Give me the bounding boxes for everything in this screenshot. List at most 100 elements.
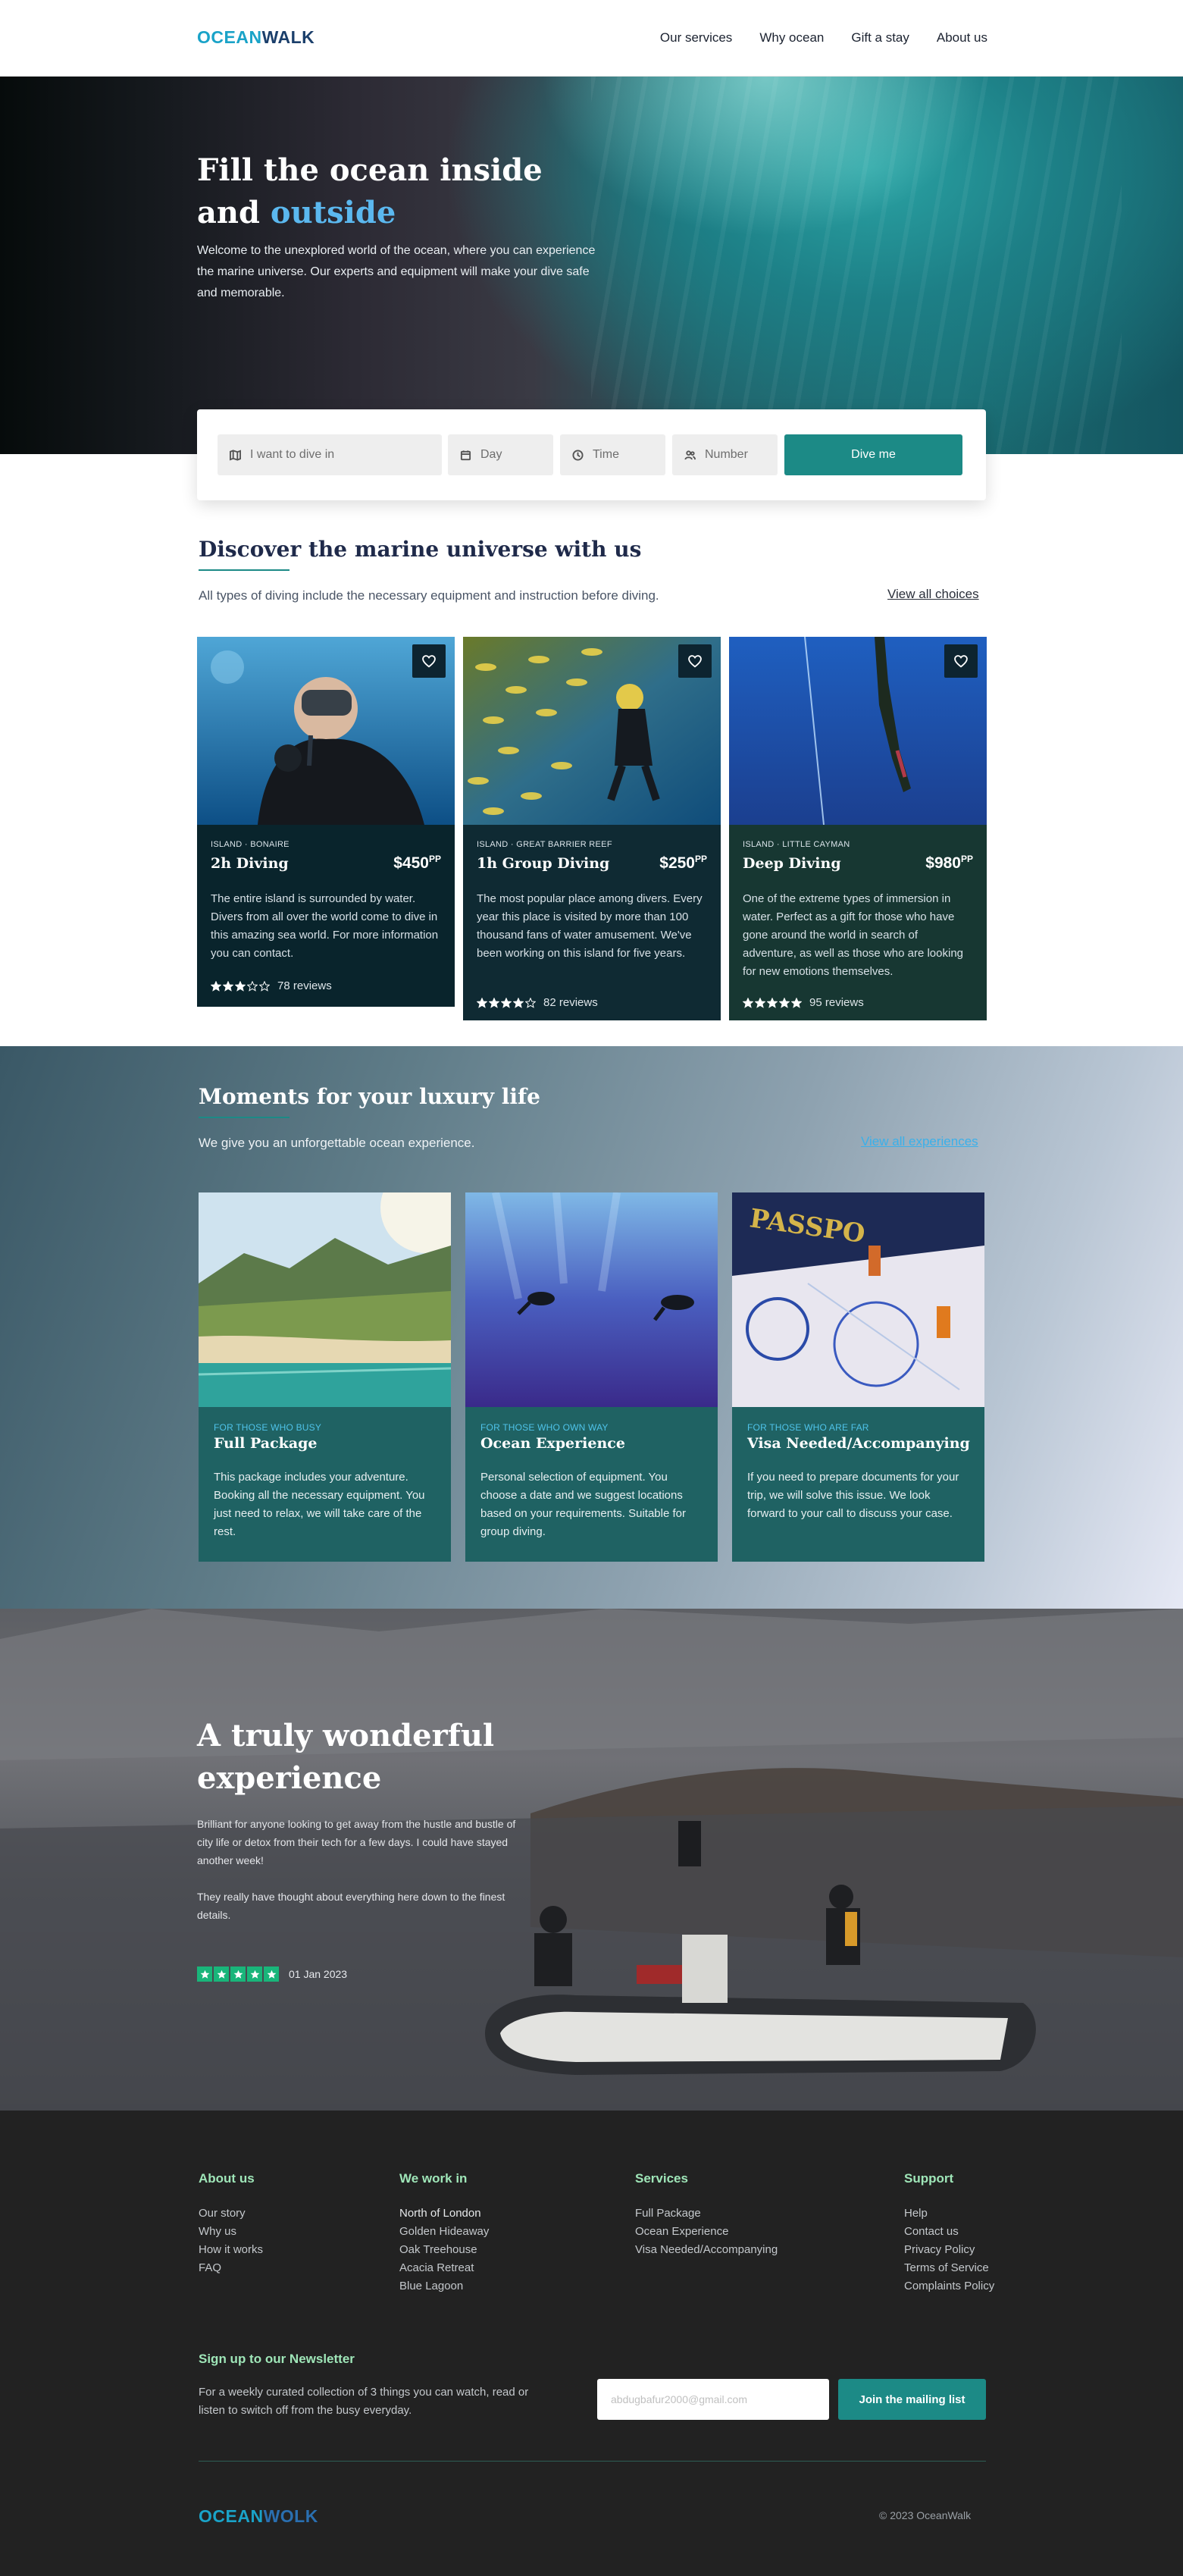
review-count: 95 reviews — [809, 996, 864, 1009]
copyright: © 2023 OceanWalk — [879, 2509, 972, 2521]
moments-subtitle: We give you an unforgettable ocean exper… — [199, 1136, 475, 1150]
diving-card-great-barrier-reef[interactable]: ISLAND · GREAT BARRIER REEF 1h Group Div… — [463, 637, 721, 1020]
logo-part-ocean: OCEAN — [197, 27, 262, 47]
experience-description: This package includes your adventure. Bo… — [214, 1471, 425, 1538]
experience-tag: FOR THOSE WHO BUSY — [214, 1422, 322, 1433]
star-empty-icon — [247, 980, 258, 992]
footer-link[interactable]: FAQ — [199, 2259, 263, 2277]
footer-link[interactable]: How it works — [199, 2241, 263, 2259]
trust-star-icon — [264, 1966, 279, 1982]
experience-description: If you need to prepare documents for you… — [747, 1471, 959, 1520]
footer-services-list: Full Package Ocean Experience Visa Neede… — [635, 2205, 778, 2259]
footer-link[interactable]: Complaints Policy — [904, 2277, 994, 2296]
footer-logo[interactable]: OCEANWOLK — [199, 2506, 318, 2527]
testimonial-paragraph-1: Brilliant for anyone looking to get away… — [197, 1818, 516, 1866]
star-empty-icon — [525, 997, 536, 1008]
testimonial-date: 01 Jan 2023 — [289, 1968, 348, 1980]
testimonial-star-rating — [197, 1966, 279, 1982]
testimonial-paragraph-2: They really have thought about everythin… — [197, 1891, 505, 1921]
card-rating: 95 reviews — [743, 996, 864, 1009]
star-filled-icon — [513, 997, 524, 1008]
card-description: One of the extreme types of immersion in… — [743, 892, 964, 978]
hero-underwater-image — [591, 77, 1122, 454]
footer-link[interactable]: Golden Hideaway — [399, 2223, 489, 2241]
experience-card-image — [199, 1192, 451, 1407]
dive-me-button[interactable]: Dive me — [784, 434, 962, 475]
logo[interactable]: OCEANWALK — [197, 27, 315, 48]
footer-link[interactable]: Ocean Experience — [635, 2223, 778, 2241]
card-price-unit: PP — [428, 854, 441, 864]
experience-card-visa[interactable]: PASSPO FOR THOSE WHO ARE FAR Visa Needed… — [732, 1192, 984, 1562]
star-filled-icon — [767, 997, 778, 1008]
hero-section: Fill the ocean inside and outside Welcom… — [0, 77, 1183, 454]
experience-card-full-package[interactable]: FOR THOSE WHO BUSY Full Package This pac… — [199, 1192, 451, 1562]
card-price: $250PP — [659, 854, 707, 873]
footer-work-title: We work in — [399, 2171, 468, 2186]
dive-search-bar: I want to dive in Day Time Number Dive m… — [197, 409, 986, 500]
number-field[interactable]: Number — [672, 434, 778, 475]
day-placeholder: Day — [480, 448, 502, 461]
join-mailing-list-button[interactable]: Join the mailing list — [838, 2379, 986, 2420]
diving-card-bonaire[interactable]: ISLAND · BONAIRE 2h Diving $450PP The en… — [197, 637, 455, 1007]
card-location: ISLAND · BONAIRE — [211, 840, 289, 849]
footer-link[interactable]: Contact us — [904, 2223, 994, 2241]
footer-link[interactable]: Visa Needed/Accompanying — [635, 2241, 778, 2259]
footer-link[interactable]: Oak Treehouse — [399, 2241, 489, 2259]
card-rating: 78 reviews — [211, 979, 332, 992]
footer-link[interactable]: Help — [904, 2205, 994, 2223]
nav-our-services[interactable]: Our services — [660, 30, 732, 45]
footer-work-list: North of London Golden Hideaway Oak Tree… — [399, 2205, 489, 2296]
hero-description: Welcome to the unexplored world of the o… — [197, 244, 596, 299]
clock-icon — [572, 449, 584, 461]
card-description: The entire island is surrounded by water… — [211, 892, 439, 960]
favorite-heart-button[interactable] — [412, 644, 446, 678]
footer-link[interactable]: Blue Lagoon — [399, 2277, 489, 2296]
star-filled-icon — [755, 997, 765, 1008]
experience-title: Full Package — [214, 1435, 318, 1452]
star-empty-icon — [259, 980, 270, 992]
star-filled-icon — [211, 980, 221, 992]
footer-link[interactable]: Terms of Service — [904, 2259, 994, 2277]
footer-link[interactable]: Our story — [199, 2205, 263, 2223]
nav-gift-a-stay[interactable]: Gift a stay — [851, 30, 909, 45]
people-icon — [684, 450, 696, 459]
time-field[interactable]: Time — [560, 434, 665, 475]
view-all-experiences-link[interactable]: View all experiences — [861, 1134, 978, 1149]
footer-link[interactable]: Why us — [199, 2223, 263, 2241]
card-location: ISLAND · GREAT BARRIER REEF — [477, 840, 612, 849]
footer-link[interactable]: Full Package — [635, 2205, 778, 2223]
footer-link[interactable]: North of London — [399, 2205, 489, 2223]
card-price: $450PP — [393, 854, 441, 873]
main-nav: Our services Why ocean Gift a stay About… — [660, 30, 987, 45]
discover-title: Discover the marine universe with us — [199, 537, 641, 571]
day-field[interactable]: Day — [448, 434, 553, 475]
heart-icon — [422, 655, 436, 668]
nav-why-ocean[interactable]: Why ocean — [759, 30, 824, 45]
card-price-unit: PP — [694, 854, 707, 864]
trust-star-icon — [214, 1966, 229, 1982]
card-description: The most popular place among divers. Eve… — [477, 892, 703, 960]
heart-icon — [954, 655, 968, 668]
review-count: 78 reviews — [277, 979, 332, 992]
footer-link[interactable]: Acacia Retreat — [399, 2259, 489, 2277]
number-placeholder: Number — [705, 448, 748, 461]
footer-about-list: Our story Why us How it works FAQ — [199, 2205, 263, 2277]
footer-about-title: About us — [199, 2171, 255, 2186]
diving-card-little-cayman[interactable]: ISLAND · LITTLE CAYMAN Deep Diving $980P… — [729, 637, 987, 1020]
footer-link[interactable]: Privacy Policy — [904, 2241, 994, 2259]
newsletter-email-input[interactable] — [597, 2379, 829, 2420]
experience-card-ocean-experience[interactable]: FOR THOSE WHO OWN WAY Ocean Experience P… — [465, 1192, 718, 1562]
discover-title-underline — [199, 569, 289, 571]
time-placeholder: Time — [593, 448, 619, 461]
footer-services-title: Services — [635, 2171, 688, 2186]
experience-tag: FOR THOSE WHO ARE FAR — [747, 1422, 869, 1433]
star-rating — [211, 980, 270, 992]
view-all-choices-link[interactable]: View all choices — [887, 587, 979, 602]
favorite-heart-button[interactable] — [678, 644, 712, 678]
favorite-heart-button[interactable] — [944, 644, 978, 678]
star-rating — [743, 997, 802, 1008]
nav-about-us[interactable]: About us — [937, 30, 987, 45]
location-placeholder: I want to dive in — [250, 448, 335, 461]
star-filled-icon — [779, 997, 790, 1008]
location-field[interactable]: I want to dive in — [218, 434, 442, 475]
